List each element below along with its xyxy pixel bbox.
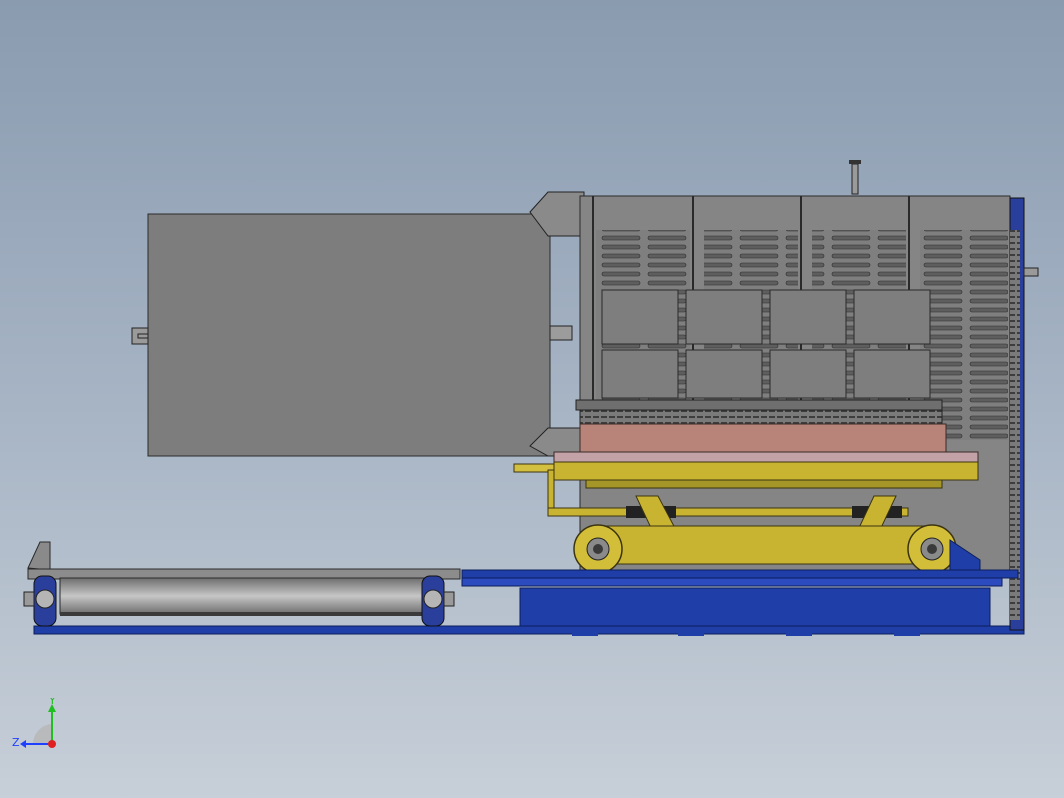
furnace-door <box>131 191 606 457</box>
furnace-model[interactable] <box>0 0 1064 798</box>
left-wheel <box>23 575 57 627</box>
lift-wheel-left <box>573 524 623 574</box>
lift-wheel-right <box>907 524 957 574</box>
z-axis-label: Z <box>12 736 20 749</box>
coordinate-triad-icon: Y Z <box>12 698 56 749</box>
cad-viewport[interactable]: Y Z <box>0 0 1064 798</box>
y-axis-label: Y <box>48 698 56 707</box>
x-axis-point <box>48 740 56 748</box>
base-frame <box>461 569 1019 636</box>
right-wheel <box>421 575 455 627</box>
